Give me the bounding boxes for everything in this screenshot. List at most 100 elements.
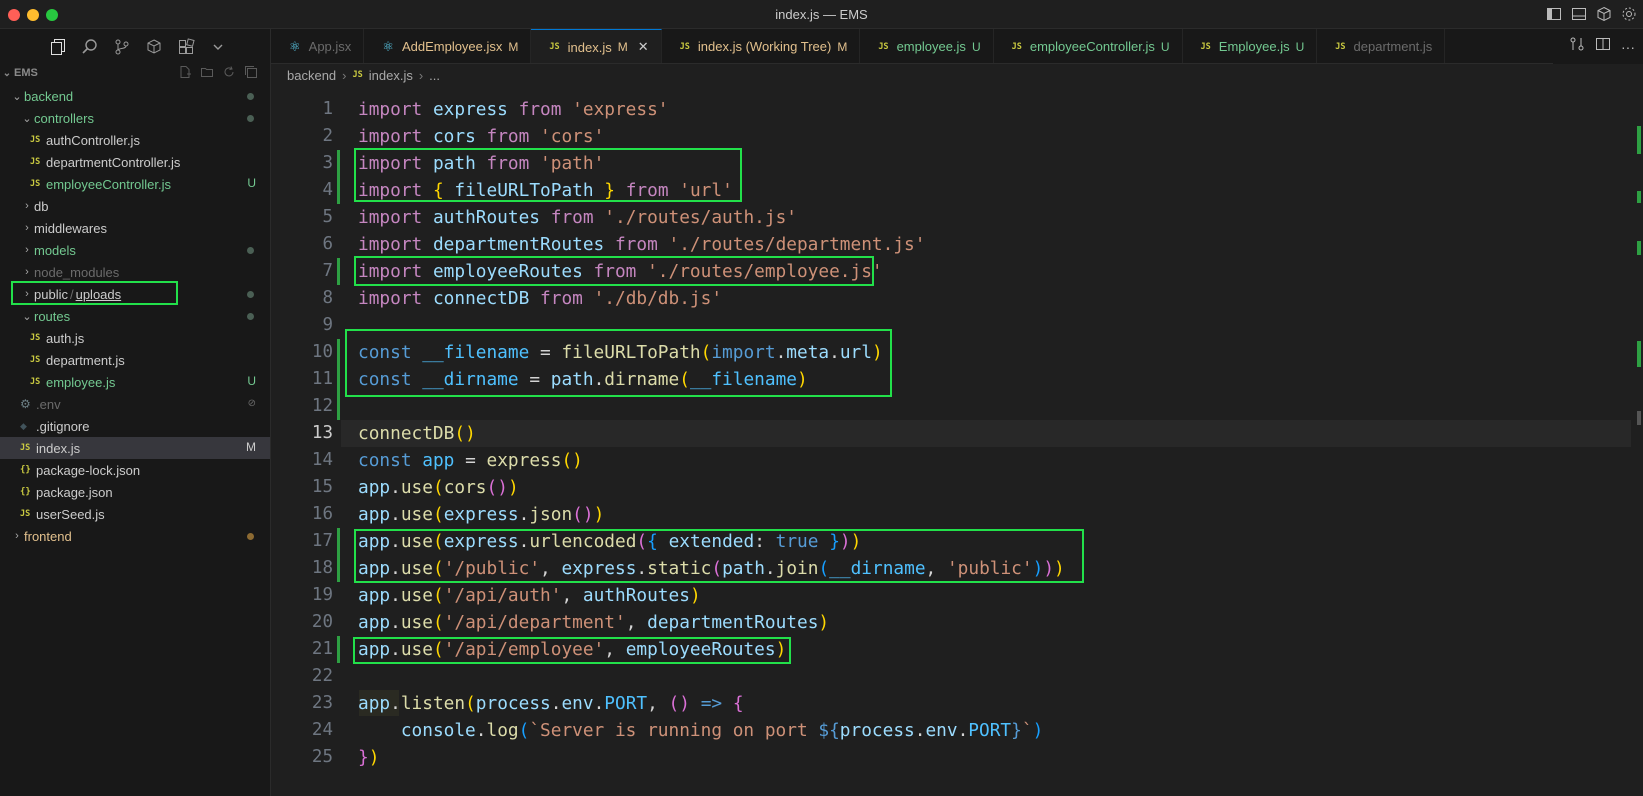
collapse-all-icon[interactable] xyxy=(244,65,258,79)
tab-label: App.jsx xyxy=(308,39,352,54)
line-number: 21 xyxy=(311,639,333,659)
highlight-box-filename-dirname xyxy=(345,329,892,397)
tree-item[interactable]: {} package.json xyxy=(0,481,270,503)
tree-item[interactable]: JS departmentController.js xyxy=(0,151,270,173)
tab-label: employee.js xyxy=(896,39,966,54)
file-tree: ⌄ backend ⌄ controllers JS authController.js J… xyxy=(0,85,270,547)
close-icon[interactable]: ✕ xyxy=(638,39,649,55)
editor-tab[interactable]: JS employee.js U xyxy=(860,29,994,63)
js-file-icon: JS xyxy=(30,333,41,343)
tab-label: employeeController.js xyxy=(1029,39,1155,54)
editor-tab[interactable]: JS index.js M ✕ xyxy=(531,29,662,63)
git-file-icon: ◆ xyxy=(20,420,27,431)
tree-item-label: frontend xyxy=(24,528,72,544)
extensions-grid-icon[interactable] xyxy=(170,31,202,63)
highlight-box-public-uploads xyxy=(11,281,178,305)
editor-tab[interactable]: ⚛ AddEmployee.jsx M xyxy=(364,29,532,63)
tab-git-status: U xyxy=(1295,39,1305,54)
editor-tab[interactable]: JS Employee.js U xyxy=(1183,29,1318,63)
tree-item[interactable]: › db xyxy=(0,195,270,217)
tree-item[interactable]: {} package-lock.json xyxy=(0,459,270,481)
editor-tab[interactable]: JS employeeController.js U xyxy=(994,29,1183,63)
tree-item-label: package.json xyxy=(36,484,113,500)
workspace-name: EMS xyxy=(14,67,38,79)
code-line: app.use('/api/department', departmentRou… xyxy=(358,612,830,633)
tree-item[interactable]: ◆ .gitignore xyxy=(0,415,270,437)
editor-actions: ··· xyxy=(1553,29,1643,64)
tree-item-label: .gitignore xyxy=(36,418,90,434)
highlight-box-employee-route xyxy=(353,637,791,664)
chevron-right-icon: › xyxy=(25,222,29,234)
more-actions-icon[interactable]: ··· xyxy=(1621,39,1635,55)
breadcrumb-file[interactable]: index.js xyxy=(369,68,413,83)
toggle-sidebar-icon[interactable] xyxy=(1546,6,1562,22)
new-folder-icon[interactable] xyxy=(200,65,214,79)
chevron-down-icon: ⌄ xyxy=(22,310,32,323)
tree-item[interactable]: › middlewares xyxy=(0,217,270,239)
chevron-down-icon: ⌄ xyxy=(22,112,32,125)
chevron-right-icon: › xyxy=(15,530,19,542)
tab-git-status: M xyxy=(837,39,848,54)
layout-controls xyxy=(1546,6,1637,22)
js-file-icon: JS xyxy=(30,355,41,365)
tree-item[interactable]: › frontend xyxy=(0,525,270,547)
code-line: import authRoutes from './routes/auth.js… xyxy=(358,207,797,228)
tree-item[interactable]: › node_modules xyxy=(0,261,270,283)
search-icon[interactable] xyxy=(74,31,106,63)
tree-item[interactable]: ⌄ backend xyxy=(0,85,270,107)
new-file-icon[interactable] xyxy=(178,65,192,79)
tree-item[interactable]: ⚙ .env ⊘ xyxy=(0,393,270,415)
tree-item[interactable]: JS employeeController.js U xyxy=(0,173,270,195)
tree-item[interactable]: JS auth.js xyxy=(0,327,270,349)
tree-item[interactable]: JS employee.js U xyxy=(0,371,270,393)
open-changes-icon[interactable] xyxy=(1569,36,1585,57)
git-status-dot xyxy=(247,313,254,320)
refresh-icon[interactable] xyxy=(222,65,236,79)
editor-tab[interactable]: JS department.js xyxy=(1317,29,1446,63)
extensions-box-icon[interactable] xyxy=(138,31,170,63)
git-ignored-icon: ⊘ xyxy=(247,398,256,409)
editor-tabs: ⚛ App.jsx ⚛ AddEmployee.jsx M JS index.js M ✕ JS i… xyxy=(271,29,1643,64)
tree-item-label: db xyxy=(34,198,49,214)
js-file-icon: JS xyxy=(30,135,41,145)
js-file-icon: JS xyxy=(1335,41,1346,52)
split-editor-icon[interactable] xyxy=(1595,36,1611,57)
settings-gear-icon[interactable] xyxy=(1621,6,1637,22)
code-line: import express from 'express' xyxy=(358,99,669,120)
gear-icon: ⚙ xyxy=(20,397,31,411)
customize-layout-icon[interactable] xyxy=(1596,6,1612,22)
more-views-chevron-icon[interactable] xyxy=(202,31,234,63)
tree-item-label: models xyxy=(34,242,76,258)
explorer-root-header[interactable]: ⌄ EMS xyxy=(0,65,270,81)
tree-item-label: node_modules xyxy=(34,264,120,280)
explorer-files-icon[interactable] xyxy=(42,31,74,63)
tree-item[interactable]: JS department.js xyxy=(0,349,270,371)
code-line: app.use(express.json()) xyxy=(358,504,605,525)
tree-item-label: departmentController.js xyxy=(46,154,181,170)
modified-lines-gutter-marker xyxy=(337,636,340,663)
tab-label: index.js (Working Tree) xyxy=(697,39,832,54)
tree-item[interactable]: › models xyxy=(0,239,270,261)
git-modified-badge: M xyxy=(246,440,256,454)
breadcrumb-folder[interactable]: backend xyxy=(287,68,336,83)
tree-item[interactable]: ⌄ controllers xyxy=(0,107,270,129)
js-file-icon: JS xyxy=(352,70,363,80)
tree-item[interactable]: ⌄ routes xyxy=(0,305,270,327)
breadcrumb-more[interactable]: ... xyxy=(429,68,440,83)
tree-item-label: userSeed.js xyxy=(36,506,105,522)
source-control-icon[interactable] xyxy=(106,31,138,63)
editor-tab[interactable]: ⚛ App.jsx xyxy=(271,29,365,63)
code-editor[interactable]: 1 2 3 4 5 6 7 8 9 10 11 12 13 14 15 16 17 18 19 20 21 22 23 24 2… xyxy=(271,86,1643,796)
tree-item[interactable]: JS authController.js xyxy=(0,129,270,151)
editor-tab[interactable]: JS index.js (Working Tree) M xyxy=(662,29,861,63)
tree-item-label: backend xyxy=(24,88,74,104)
tree-item[interactable]: JS userSeed.js xyxy=(0,503,270,525)
tree-item[interactable]: JS index.js M xyxy=(0,437,270,459)
git-status-dot xyxy=(247,533,254,540)
line-number: 23 xyxy=(311,693,333,713)
tree-item-label: controllers xyxy=(34,110,94,126)
code-line: import connectDB from './db/db.js' xyxy=(358,288,723,309)
toggle-panel-icon[interactable] xyxy=(1571,6,1587,22)
line-number: 8 xyxy=(322,288,333,308)
